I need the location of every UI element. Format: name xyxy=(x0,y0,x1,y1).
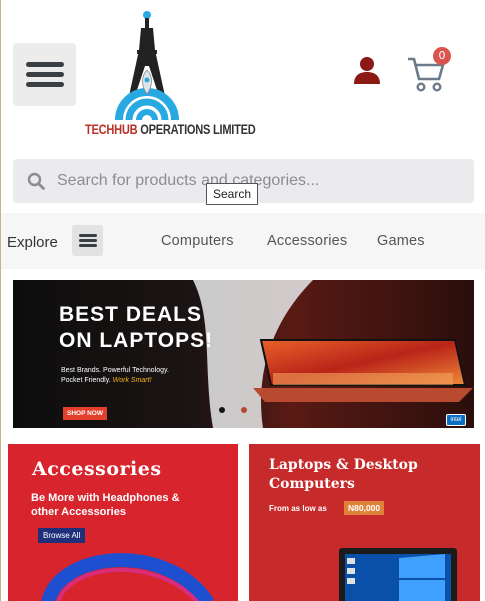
user-icon[interactable] xyxy=(352,55,382,85)
hero-title: BEST DEALS ON LAPTOPS! xyxy=(59,302,213,354)
nav-link-computers[interactable]: Computers xyxy=(161,233,234,249)
hero-title-line1: BEST DEALS xyxy=(59,303,203,326)
laptop-screen-image xyxy=(339,548,457,601)
hero-subtitle-line2: Pocket Friendly. xyxy=(61,377,111,384)
logo-name-part1: TECHHUB xyxy=(85,122,138,137)
explore-menu-button[interactable] xyxy=(72,225,103,256)
techhub-logo[interactable] xyxy=(83,10,223,140)
intel-badge: intel xyxy=(446,414,466,426)
cart-count-badge: 0 xyxy=(433,47,451,65)
main-menu-button[interactable] xyxy=(13,43,76,106)
search-icon[interactable] xyxy=(27,172,45,190)
carousel-dot-2[interactable] xyxy=(241,407,247,413)
accessories-promo[interactable]: Accessories Be More with Headphones & ot… xyxy=(8,444,238,601)
accessories-line1: Be More with Headphones & xyxy=(31,492,180,504)
laptops-from-text: From as low as xyxy=(269,504,327,513)
logo-wordmark: TECHHUB OPERATIONS LIMITED xyxy=(85,122,256,137)
hero-title-line2: ON LAPTOPS! xyxy=(59,329,214,352)
nav-link-games[interactable]: Games xyxy=(377,233,425,249)
explore-label: Explore xyxy=(7,234,58,251)
laptops-title-line1: Laptops & Desktop xyxy=(269,457,418,473)
logo-name-part2: OPERATIONS LIMITED xyxy=(137,122,256,137)
hero-banner[interactable]: BEST DEALS ON LAPTOPS! Best Brands. Powe… xyxy=(13,280,474,428)
accessories-line2: other Accessories xyxy=(31,506,126,518)
laptops-price: N80,000 xyxy=(344,501,385,515)
hero-subtitle: Best Brands. Powerful Technology. Pocket… xyxy=(61,366,169,386)
hamburger-icon xyxy=(25,57,64,92)
nav-link-accessories[interactable]: Accessories xyxy=(267,233,347,249)
shop-now-button[interactable]: SHOP NOW xyxy=(63,407,107,420)
laptops-title-line2: Computers xyxy=(269,476,355,492)
headphones-image xyxy=(41,553,214,601)
laptops-title: Laptops & Desktop Computers xyxy=(269,456,418,494)
category-nav: Explore Computers Accessories Games xyxy=(1,213,485,269)
hero-subtitle-highlight: Work Smart! xyxy=(112,377,152,384)
accessories-title: Accessories xyxy=(32,458,162,480)
accessories-description: Be More with Headphones & other Accessor… xyxy=(31,491,180,519)
hero-subtitle-line1: Best Brands. Powerful Technology. xyxy=(61,367,169,374)
search-tooltip: Search xyxy=(206,183,259,205)
carousel-dot-1[interactable] xyxy=(219,407,225,413)
laptops-promo[interactable]: Laptops & Desktop Computers From as low … xyxy=(249,444,480,601)
